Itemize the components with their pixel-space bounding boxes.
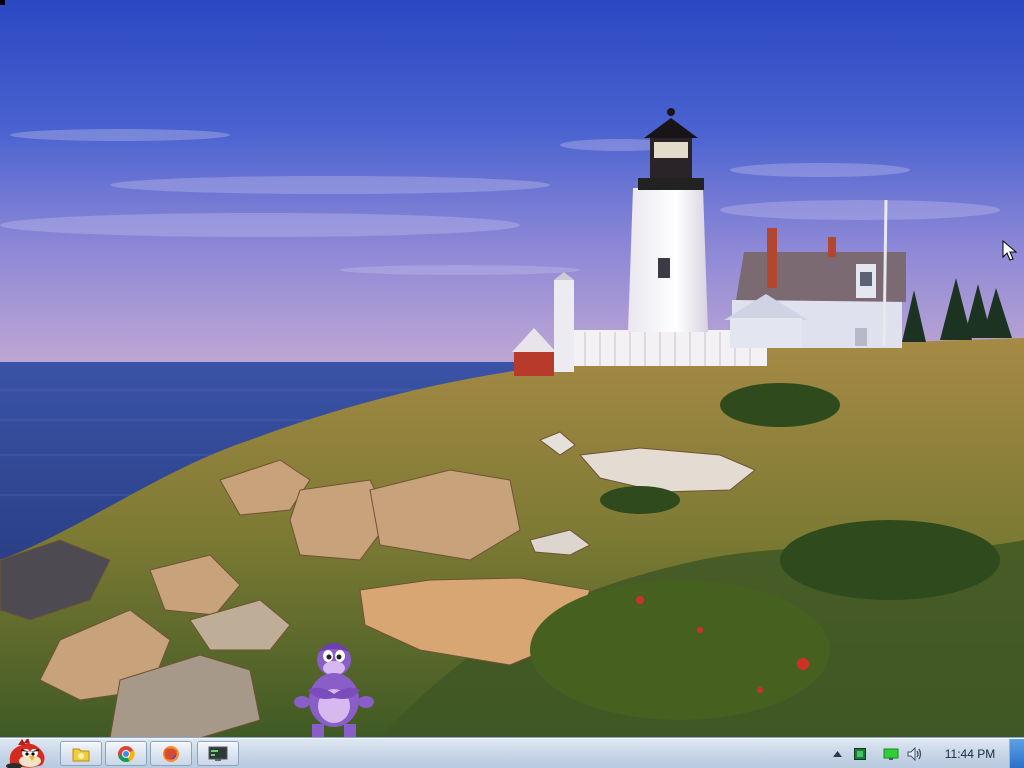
show-desktop-button[interactable] xyxy=(1009,739,1024,768)
taskbar-firefox-button[interactable] xyxy=(150,741,192,766)
volume-icon xyxy=(907,747,922,761)
tray-network-button[interactable] xyxy=(880,739,902,768)
start-button[interactable] xyxy=(2,737,54,768)
taskbar-chrome-button[interactable] xyxy=(105,741,147,766)
chrome-icon xyxy=(118,745,135,762)
terminal-icon xyxy=(208,746,228,761)
taskbar-terminal-button[interactable] xyxy=(197,741,239,766)
app-tray-icon xyxy=(854,748,866,760)
chevron-up-icon xyxy=(832,751,842,757)
firefox-icon xyxy=(163,745,179,762)
angry-bird-start-orb xyxy=(6,737,45,768)
folder-icon xyxy=(72,748,90,761)
network-icon xyxy=(883,748,899,760)
tray-volume-button[interactable] xyxy=(904,739,926,768)
taskbar-clock[interactable]: 11:44 PM xyxy=(934,739,1006,768)
mouse-pointer-icon xyxy=(1002,240,1018,261)
show-hidden-icons-button[interactable] xyxy=(830,739,844,768)
corner-marker-icon xyxy=(0,0,5,5)
lighthouse-landscape-wallpaper xyxy=(0,0,1024,738)
taskbar: 11:44 PM xyxy=(0,737,1024,768)
purple-gorilla-assistant[interactable] xyxy=(294,638,374,750)
taskbar-file-explorer-button[interactable] xyxy=(60,741,102,766)
tray-app-button[interactable] xyxy=(852,739,868,768)
desktop-wallpaper[interactable] xyxy=(0,0,1024,738)
